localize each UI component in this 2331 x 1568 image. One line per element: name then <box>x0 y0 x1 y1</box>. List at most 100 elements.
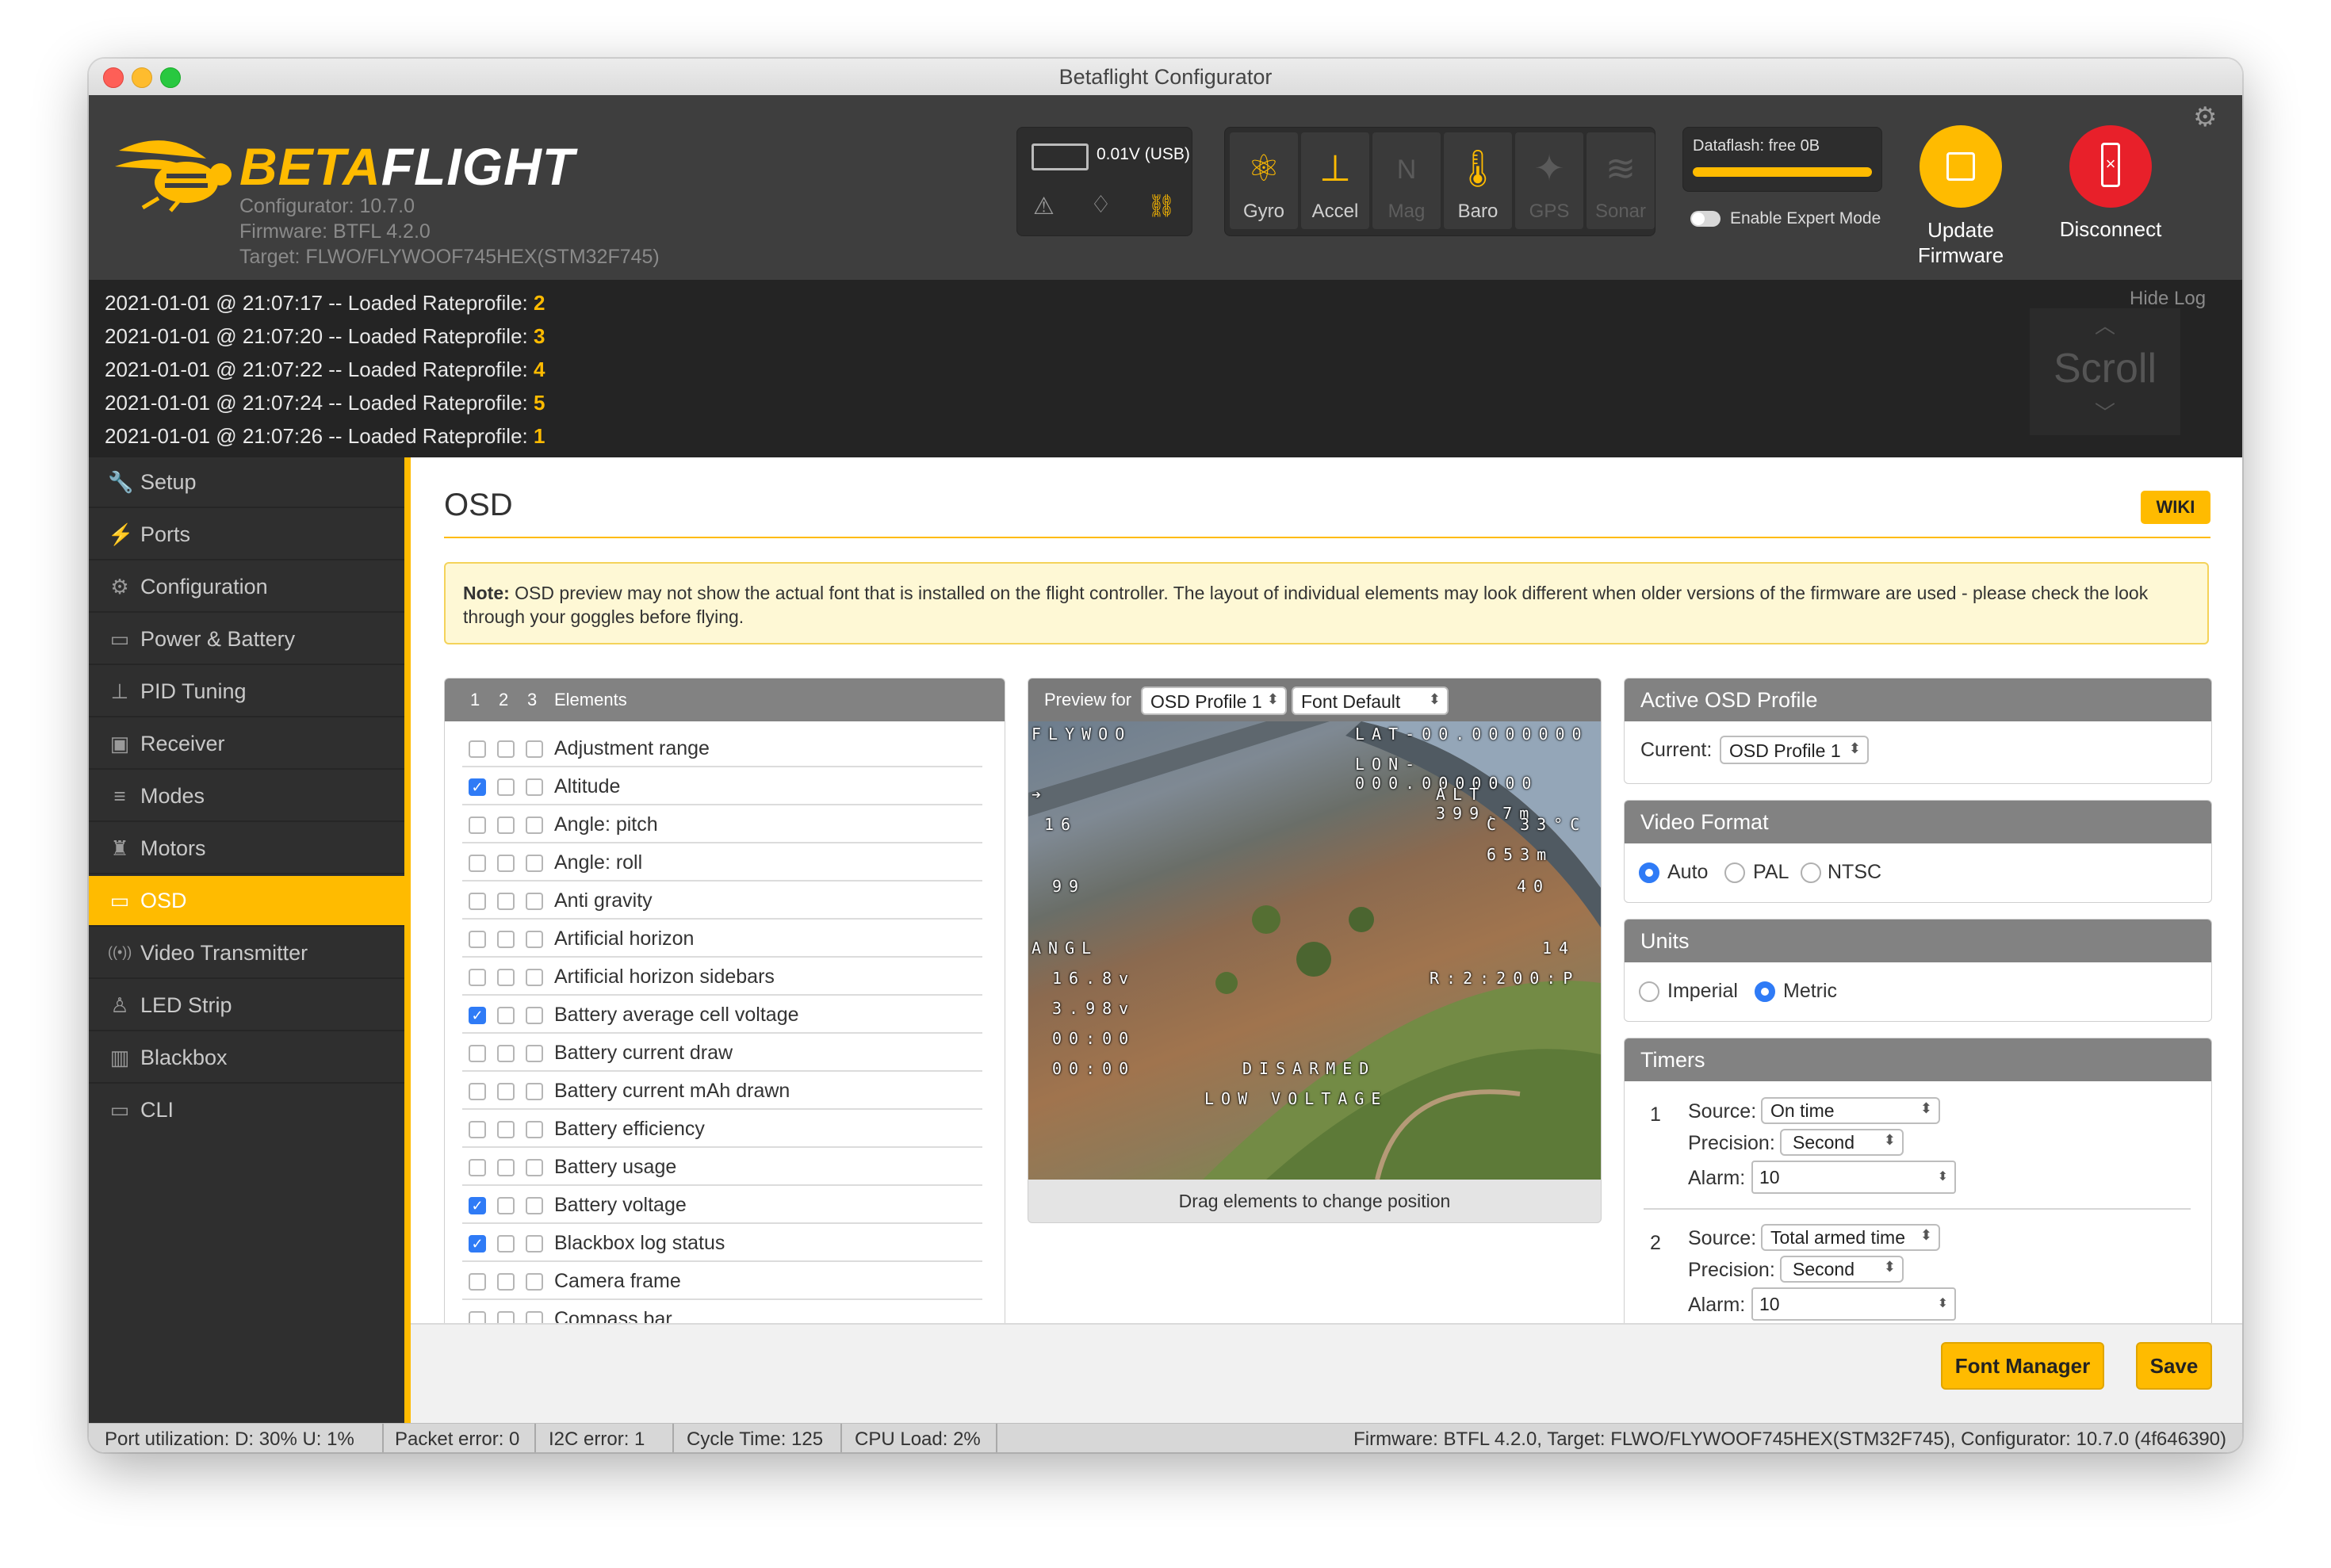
element-profile-3-checkbox[interactable] <box>526 893 543 910</box>
element-profile-1-checkbox[interactable] <box>469 893 486 910</box>
timer-1-alarm-input[interactable]: 10 ⬍ <box>1751 1161 1956 1194</box>
element-profile-1-checkbox[interactable]: ✓ <box>469 1007 486 1024</box>
log-scroll-area[interactable]: ︿ Scroll ﹀ <box>2030 308 2180 435</box>
update-firmware-button[interactable]: Update Firmware <box>1909 125 2012 268</box>
element-profile-2-checkbox[interactable] <box>497 817 515 834</box>
timer-1-source-select[interactable]: On time ⬍ <box>1761 1097 1940 1124</box>
sidebar-item-ports[interactable]: ⚡ Ports <box>89 510 404 560</box>
element-profile-2-checkbox[interactable] <box>497 1235 515 1252</box>
element-profile-3-checkbox[interactable] <box>526 855 543 872</box>
element-profile-3-checkbox[interactable] <box>526 740 543 758</box>
element-profile-3-checkbox[interactable] <box>526 1121 543 1138</box>
hide-log-link[interactable]: Hide Log <box>2130 288 2206 310</box>
element-profile-1-checkbox[interactable] <box>469 1083 486 1100</box>
active-profile-select[interactable]: OSD Profile 1 ⬍ <box>1720 736 1869 764</box>
element-profile-3-checkbox[interactable] <box>526 1045 543 1062</box>
osd-home-direction[interactable]: 14 <box>1542 939 1575 958</box>
wiki-button[interactable]: WIKI <box>2141 491 2210 524</box>
sidebar-item-blackbox[interactable]: ▥ Blackbox <box>89 1033 404 1084</box>
expert-mode-toggle[interactable] <box>1690 211 1720 227</box>
units-metric-radio[interactable] <box>1755 981 1775 1002</box>
element-profile-3-checkbox[interactable] <box>526 1159 543 1176</box>
timer-2-alarm-input[interactable]: 10 ⬍ <box>1751 1287 1956 1321</box>
element-profile-2-checkbox[interactable] <box>497 1197 515 1214</box>
settings-gear-icon[interactable]: ⚙ <box>2193 101 2217 133</box>
element-profile-1-checkbox[interactable] <box>469 969 486 986</box>
element-profile-3-checkbox[interactable] <box>526 1197 543 1214</box>
element-profile-1-checkbox[interactable]: ✓ <box>469 778 486 796</box>
video-format-pal-radio[interactable] <box>1724 862 1745 883</box>
sidebar-item-osd[interactable]: ▭ OSD <box>89 876 404 927</box>
timer-1-precision-select[interactable]: Second ⬍ <box>1780 1129 1904 1156</box>
element-profile-3-checkbox[interactable] <box>526 1007 543 1024</box>
element-profile-3-checkbox[interactable] <box>526 931 543 948</box>
element-profile-1-checkbox[interactable] <box>469 1159 486 1176</box>
osd-craft-name[interactable]: FLYWOO <box>1032 725 1131 744</box>
element-profile-2-checkbox[interactable] <box>497 855 515 872</box>
sidebar-item-receiver[interactable]: ▣ Receiver <box>89 719 404 770</box>
osd-battery-voltage[interactable]: 3.98v <box>1052 999 1135 1018</box>
element-profile-1-checkbox[interactable]: ✓ <box>469 1235 486 1252</box>
sensor-mag: N Mag <box>1372 132 1441 229</box>
element-profile-3-checkbox[interactable] <box>526 817 543 834</box>
sidebar-item-pid-tuning[interactable]: ⊥ PID Tuning <box>89 667 404 717</box>
element-profile-1-checkbox[interactable] <box>469 855 486 872</box>
osd-latitude[interactable]: LAT-00.0000000 <box>1355 725 1589 744</box>
sidebar-item-setup[interactable]: 🔧 Setup <box>89 457 404 508</box>
sidebar-item-led-strip[interactable]: ♙ LED Strip <box>89 981 404 1031</box>
element-profile-3-checkbox[interactable] <box>526 1273 543 1291</box>
element-profile-2-checkbox[interactable] <box>497 1083 515 1100</box>
element-profile-2-checkbox[interactable] <box>497 893 515 910</box>
font-select[interactable]: Font Default ⬍ <box>1292 686 1449 715</box>
element-profile-1-checkbox[interactable] <box>469 1045 486 1062</box>
timer-2-precision-select[interactable]: Second ⬍ <box>1780 1256 1904 1283</box>
osd-avg-cell-voltage[interactable]: 16.8v <box>1052 969 1135 988</box>
element-profile-3-checkbox[interactable] <box>526 778 543 796</box>
sidebar-item-motors[interactable]: ♜ Motors <box>89 824 404 874</box>
font-manager-button[interactable]: Font Manager <box>1941 1342 2104 1390</box>
element-profile-1-checkbox[interactable] <box>469 817 486 834</box>
element-profile-1-checkbox[interactable] <box>469 1273 486 1291</box>
sidebar-item-configuration[interactable]: ⚙ Configuration <box>89 562 404 613</box>
sidebar-item-cli[interactable]: ▭ CLI <box>89 1085 404 1136</box>
osd-low-voltage[interactable]: LOW VOLTAGE <box>1204 1089 1388 1108</box>
element-profile-2-checkbox[interactable] <box>497 778 515 796</box>
element-profile-1-checkbox[interactable] <box>469 740 486 758</box>
element-profile-1-checkbox[interactable] <box>469 1121 486 1138</box>
video-format-auto-radio[interactable] <box>1639 862 1659 883</box>
element-profile-3-checkbox[interactable] <box>526 1235 543 1252</box>
element-profile-2-checkbox[interactable] <box>497 931 515 948</box>
element-profile-1-checkbox[interactable] <box>469 931 486 948</box>
element-profile-2-checkbox[interactable] <box>497 1007 515 1024</box>
timer-2-source-select[interactable]: Total armed time ⬍ <box>1761 1224 1940 1251</box>
video-format-ntsc-radio[interactable] <box>1801 862 1821 883</box>
osd-sats[interactable]: 16 <box>1044 815 1077 834</box>
disconnect-button[interactable]: × Disconnect <box>2055 125 2166 268</box>
save-button[interactable]: Save <box>2136 1342 2212 1390</box>
osd-home-distance[interactable]: 653m <box>1487 845 1553 864</box>
element-profile-2-checkbox[interactable] <box>497 1045 515 1062</box>
sidebar-item-power-battery[interactable]: ▭ Power & Battery <box>89 614 404 665</box>
element-profile-2-checkbox[interactable] <box>497 1273 515 1291</box>
element-profile-2-checkbox[interactable] <box>497 969 515 986</box>
preview-profile-select[interactable]: OSD Profile 1 ⬍ <box>1141 686 1287 715</box>
osd-speed[interactable]: 40 <box>1517 877 1550 896</box>
osd-timer-1[interactable]: 00:00 <box>1052 1029 1135 1048</box>
element-profile-1-checkbox[interactable]: ✓ <box>469 1197 486 1214</box>
sidebar-item-video-transmitter[interactable]: ((•)) Video Transmitter <box>89 928 404 979</box>
element-profile-2-checkbox[interactable] <box>497 1159 515 1176</box>
osd-preview-image[interactable]: FLYWOO LAT-00.0000000 LON-000.0000000 AL… <box>1028 721 1601 1180</box>
sidebar-item-modes[interactable]: ≡ Modes <box>89 771 404 822</box>
osd-timer-2[interactable]: 00:00 <box>1052 1059 1135 1078</box>
osd-crosshair-arrow[interactable]: ➔ <box>1032 785 1048 804</box>
osd-disarmed[interactable]: DISARMED <box>1242 1059 1376 1078</box>
osd-temperature[interactable]: C 33°C <box>1487 815 1587 834</box>
osd-rssi[interactable]: 99 <box>1052 877 1085 896</box>
element-profile-2-checkbox[interactable] <box>497 1121 515 1138</box>
element-profile-3-checkbox[interactable] <box>526 1083 543 1100</box>
units-imperial-radio[interactable] <box>1639 981 1659 1002</box>
osd-angle[interactable]: ANGL <box>1032 939 1098 958</box>
element-profile-3-checkbox[interactable] <box>526 969 543 986</box>
osd-rates-profile[interactable]: R:2:200:P <box>1430 969 1579 988</box>
element-profile-2-checkbox[interactable] <box>497 740 515 758</box>
